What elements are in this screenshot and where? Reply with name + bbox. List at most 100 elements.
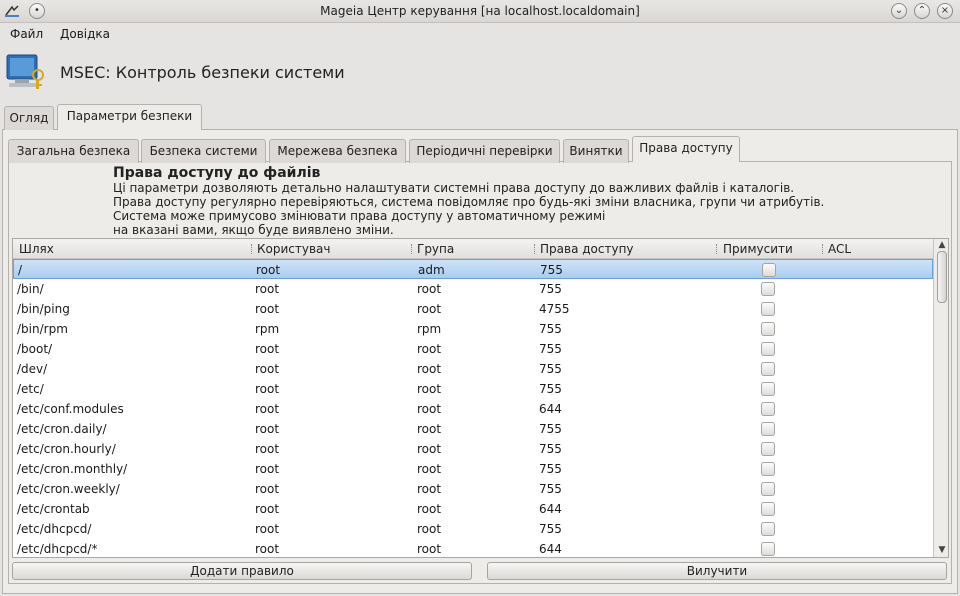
tab-system-security[interactable]: Безпека системи — [141, 139, 266, 163]
cell-path: /etc/crontab — [17, 502, 90, 516]
force-checkbox[interactable] — [761, 422, 775, 436]
cell-path: / — [18, 263, 23, 277]
column-separator[interactable] — [411, 244, 413, 254]
tab-network-security[interactable]: Мережева безпека — [269, 139, 406, 163]
table-row[interactable]: /etc/root root 755 — [13, 379, 933, 399]
cell-path: /etc/dhcpcd/* — [17, 542, 98, 556]
cell-permissions: 644 — [539, 542, 562, 556]
menu-file[interactable]: Файл — [10, 27, 43, 41]
column-separator[interactable] — [251, 244, 253, 254]
column-header-permissions[interactable]: Права доступу — [540, 242, 634, 256]
table-row[interactable]: /bin/ping root root 4755 — [13, 299, 933, 319]
remove-button[interactable]: Вилучити — [487, 562, 947, 580]
page-title: MSEC: Контроль безпеки системи — [60, 63, 345, 82]
force-checkbox[interactable] — [761, 342, 775, 356]
force-checkbox[interactable] — [761, 482, 775, 496]
cell-group: root — [417, 482, 442, 496]
force-checkbox[interactable] — [761, 402, 775, 416]
tab-exceptions[interactable]: Винятки — [563, 139, 629, 163]
cell-path: /dev/ — [17, 362, 48, 376]
table-row[interactable]: /boot/root root 755 — [13, 339, 933, 359]
cell-path: /etc/cron.monthly/ — [17, 462, 128, 476]
scrollbar-thumb[interactable] — [937, 251, 947, 303]
cell-group: root — [417, 522, 442, 536]
column-header-force[interactable]: Примусити — [723, 242, 793, 256]
cell-user: root — [255, 502, 280, 516]
scroll-up-icon[interactable]: ▲ — [937, 240, 947, 250]
column-separator[interactable] — [534, 244, 536, 254]
cell-permissions: 755 — [539, 422, 562, 436]
menu-bar: Файл Довідка — [0, 23, 960, 45]
cell-user: root — [255, 422, 280, 436]
force-checkbox[interactable] — [761, 382, 775, 396]
cell-path: /bin/rpm — [17, 322, 68, 336]
force-checkbox[interactable] — [761, 502, 775, 516]
cell-group: adm — [418, 263, 445, 277]
force-checkbox[interactable] — [761, 462, 775, 476]
cell-user: root — [256, 263, 281, 277]
tab-overview[interactable]: Огляд — [4, 106, 54, 130]
force-checkbox[interactable] — [761, 442, 775, 456]
column-header-acl[interactable]: ACL — [828, 242, 851, 256]
force-checkbox[interactable] — [761, 302, 775, 316]
window-titlebar[interactable]: • Mageia Центр керування [на localhost.l… — [0, 0, 960, 23]
scroll-down-icon[interactable]: ▼ — [937, 545, 947, 555]
description-line: Права доступу регулярно перевіряються, с… — [113, 195, 825, 209]
table-row[interactable]: /bin/rpm rpm rpm 755 — [13, 319, 933, 339]
column-separator[interactable] — [716, 244, 718, 254]
cell-group: root — [417, 282, 442, 296]
cell-permissions: 755 — [539, 282, 562, 296]
cell-group: root — [417, 462, 442, 476]
table-row[interactable]: /bin/root root 755 — [13, 279, 933, 299]
maximize-icon[interactable]: ⌃ — [914, 3, 930, 19]
minimize-icon[interactable]: ⌄ — [891, 3, 907, 19]
tab-permissions[interactable]: Права доступу — [632, 136, 740, 162]
cell-group: root — [417, 342, 442, 356]
add-rule-button[interactable]: Додати правило — [12, 562, 472, 580]
table-row[interactable]: /etc/dhcpcd/root root 755 — [13, 519, 933, 539]
section-title: Права доступу до файлів — [113, 165, 321, 181]
description-line: Система може примусово змінювати права д… — [113, 209, 606, 223]
cell-permissions: 755 — [540, 263, 563, 277]
table-row[interactable]: /etc/cron.daily/root root 755 — [13, 419, 933, 439]
cell-group: root — [417, 382, 442, 396]
column-header-path[interactable]: Шлях — [19, 242, 54, 256]
force-checkbox[interactable] — [761, 362, 775, 376]
cell-path: /etc/conf.modules — [17, 402, 124, 416]
table-row[interactable]: /etc/cron.hourly/root root 755 — [13, 439, 933, 459]
table-row[interactable]: /etc/cron.weekly/root root 755 — [13, 479, 933, 499]
column-separator[interactable] — [822, 244, 824, 254]
force-checkbox[interactable] — [761, 322, 775, 336]
force-checkbox[interactable] — [761, 542, 775, 556]
table-row[interactable]: /etc/cron.monthly/root root 755 — [13, 459, 933, 479]
table-row[interactable]: /etc/dhcpcd/* root root 644 — [13, 539, 933, 557]
column-header-group[interactable]: Група — [417, 242, 454, 256]
table-body: / root adm 755/bin/root root 755/bin/ping root… — [13, 259, 933, 557]
cell-permissions: 755 — [539, 322, 562, 336]
description-line: Ці параметри дозволяють детально налашту… — [113, 181, 795, 195]
table-row[interactable]: /etc/crontab root root 644 — [13, 499, 933, 519]
close-icon[interactable]: × — [937, 3, 953, 19]
tab-security-settings[interactable]: Параметри безпеки — [57, 104, 202, 130]
cell-user: root — [255, 402, 280, 416]
vertical-scrollbar[interactable]: ▲ ▼ — [933, 239, 948, 557]
permissions-table[interactable]: Шлях Користувач Група Права доступу Прим… — [12, 238, 949, 558]
column-header-user[interactable]: Користувач — [257, 242, 330, 256]
table-row[interactable]: /dev/root root 755 — [13, 359, 933, 379]
force-checkbox[interactable] — [762, 263, 776, 277]
cell-permissions: 755 — [539, 522, 562, 536]
table-header: Шлях Користувач Група Права доступу Прим… — [13, 239, 933, 259]
force-checkbox[interactable] — [761, 282, 775, 296]
cell-user: root — [255, 442, 280, 456]
table-row[interactable]: / root adm 755 — [13, 259, 933, 279]
menu-help[interactable]: Довідка — [60, 27, 110, 41]
cell-group: root — [417, 502, 442, 516]
tab-periodic-checks[interactable]: Періодичні перевірки — [409, 139, 560, 163]
cell-group: root — [417, 362, 442, 376]
table-row[interactable]: /etc/conf.modules root root 644 — [13, 399, 933, 419]
window-title: Mageia Центр керування [на localhost.loc… — [320, 4, 640, 18]
cell-user: root — [255, 302, 280, 316]
cell-permissions: 4755 — [539, 302, 570, 316]
tab-general-security[interactable]: Загальна безпека — [8, 139, 139, 163]
force-checkbox[interactable] — [761, 522, 775, 536]
